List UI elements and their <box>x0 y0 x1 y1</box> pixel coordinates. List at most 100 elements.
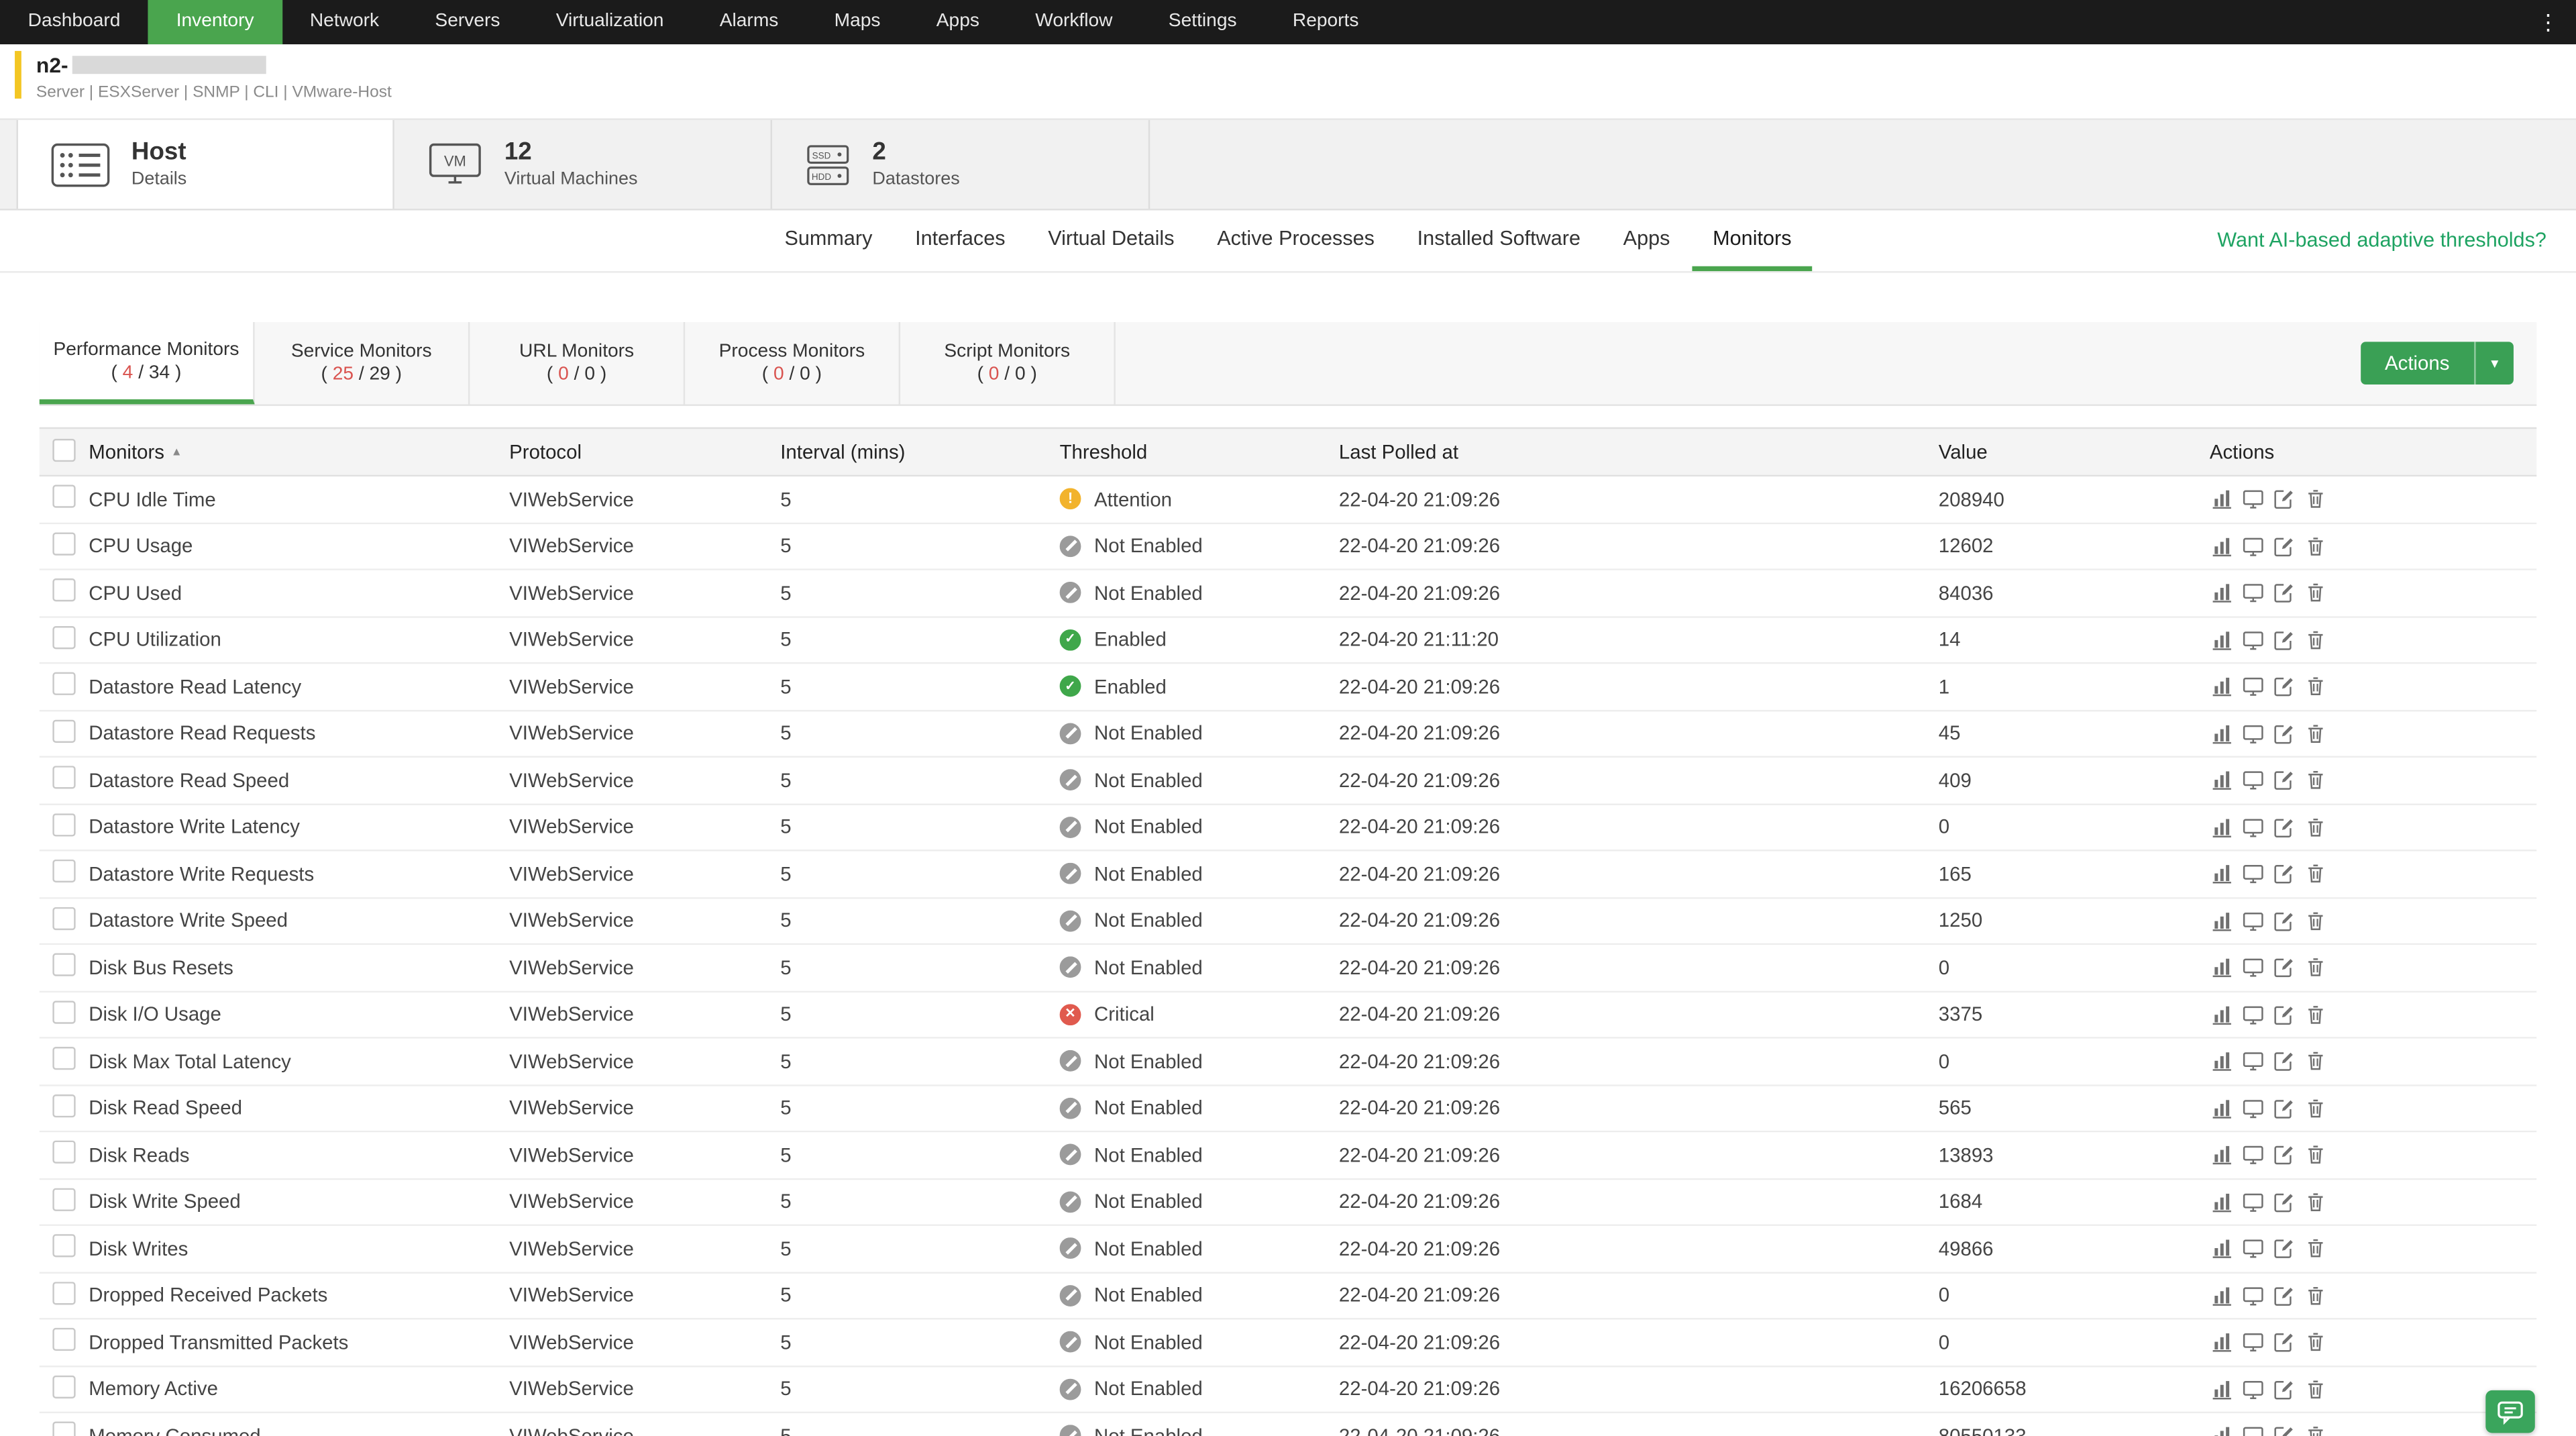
adaptive-thresholds-link[interactable]: Want AI-based adaptive thresholds? <box>2217 210 2546 271</box>
monitor-name[interactable]: Memory Active <box>89 1378 509 1400</box>
monitor-name[interactable]: Disk I/O Usage <box>89 1003 509 1025</box>
row-checkbox[interactable] <box>52 1422 75 1436</box>
delete-icon[interactable] <box>2303 815 2326 838</box>
header-monitors[interactable]: Monitors▲ <box>89 440 509 463</box>
monitor-display-icon[interactable] <box>2241 488 2263 511</box>
monitor-name[interactable]: CPU Used <box>89 581 509 604</box>
delete-icon[interactable] <box>2303 862 2326 885</box>
monitor-name[interactable]: Datastore Write Speed <box>89 909 509 932</box>
page-tab[interactable]: Apps <box>1602 210 1691 271</box>
row-checkbox[interactable] <box>52 1188 75 1211</box>
monitor-display-icon[interactable] <box>2241 862 2263 885</box>
chevron-down-icon[interactable]: ▾ <box>2474 342 2514 384</box>
page-tab[interactable]: Active Processes <box>1195 210 1395 271</box>
delete-icon[interactable] <box>2303 909 2326 932</box>
chart-icon[interactable] <box>2210 956 2233 979</box>
edit-icon[interactable] <box>2272 1284 2295 1306</box>
chart-icon[interactable] <box>2210 1331 2233 1353</box>
row-checkbox[interactable] <box>52 860 75 882</box>
monitor-tab[interactable]: Process Monitors ( 0 / 0 ) <box>685 322 900 404</box>
row-checkbox[interactable] <box>52 1375 75 1398</box>
nav-item[interactable]: Settings <box>1140 0 1265 44</box>
nav-item[interactable]: Servers <box>407 0 528 44</box>
edit-icon[interactable] <box>2272 535 2295 558</box>
edit-icon[interactable] <box>2272 675 2295 698</box>
edit-icon[interactable] <box>2272 628 2295 651</box>
monitor-display-icon[interactable] <box>2241 722 2263 745</box>
nav-item[interactable]: Reports <box>1265 0 1387 44</box>
row-checkbox[interactable] <box>52 1282 75 1304</box>
delete-icon[interactable] <box>2303 675 2326 698</box>
row-checkbox[interactable] <box>52 907 75 929</box>
delete-icon[interactable] <box>2303 1003 2326 1025</box>
monitor-display-icon[interactable] <box>2241 1237 2263 1260</box>
row-checkbox[interactable] <box>52 625 75 648</box>
monitor-tab[interactable]: Script Monitors ( 0 / 0 ) <box>900 322 1116 404</box>
monitor-name[interactable]: Disk Reads <box>89 1143 509 1166</box>
row-checkbox[interactable] <box>52 954 75 976</box>
delete-icon[interactable] <box>2303 581 2326 604</box>
monitor-name[interactable]: Disk Bus Resets <box>89 956 509 979</box>
monitor-name[interactable]: Datastore Write Latency <box>89 815 509 838</box>
card-virtual-machines[interactable]: VM 12 Virtual Machines <box>394 120 772 209</box>
edit-icon[interactable] <box>2272 769 2295 792</box>
chart-icon[interactable] <box>2210 909 2233 932</box>
select-all-checkbox[interactable] <box>52 438 75 461</box>
chart-icon[interactable] <box>2210 1237 2233 1260</box>
monitor-name[interactable]: Disk Write Speed <box>89 1190 509 1213</box>
chart-icon[interactable] <box>2210 1049 2233 1072</box>
monitor-display-icon[interactable] <box>2241 1096 2263 1119</box>
actions-button-label[interactable]: Actions <box>2360 342 2474 384</box>
chart-icon[interactable] <box>2210 1284 2233 1306</box>
delete-icon[interactable] <box>2303 628 2326 651</box>
edit-icon[interactable] <box>2272 909 2295 932</box>
row-checkbox[interactable] <box>52 672 75 695</box>
row-checkbox[interactable] <box>52 1047 75 1070</box>
monitor-display-icon[interactable] <box>2241 1331 2263 1353</box>
monitor-name[interactable]: Memory Consumed <box>89 1425 509 1436</box>
delete-icon[interactable] <box>2303 1331 2326 1353</box>
edit-icon[interactable] <box>2272 1190 2295 1213</box>
chart-icon[interactable] <box>2210 628 2233 651</box>
monitor-display-icon[interactable] <box>2241 581 2263 604</box>
nav-item[interactable]: Dashboard <box>0 0 148 44</box>
monitor-display-icon[interactable] <box>2241 1378 2263 1400</box>
monitor-display-icon[interactable] <box>2241 1049 2263 1072</box>
row-checkbox[interactable] <box>52 1141 75 1164</box>
row-checkbox[interactable] <box>52 719 75 742</box>
delete-icon[interactable] <box>2303 488 2326 511</box>
monitor-name[interactable]: CPU Utilization <box>89 628 509 651</box>
monitor-display-icon[interactable] <box>2241 956 2263 979</box>
edit-icon[interactable] <box>2272 488 2295 511</box>
chart-icon[interactable] <box>2210 1190 2233 1213</box>
edit-icon[interactable] <box>2272 722 2295 745</box>
chart-icon[interactable] <box>2210 1143 2233 1166</box>
edit-icon[interactable] <box>2272 1425 2295 1436</box>
row-checkbox[interactable] <box>52 532 75 555</box>
monitor-name[interactable]: Datastore Read Latency <box>89 675 509 698</box>
edit-icon[interactable] <box>2272 956 2295 979</box>
monitor-tab[interactable]: URL Monitors ( 0 / 0 ) <box>470 322 685 404</box>
monitor-tab[interactable]: Service Monitors ( 25 / 29 ) <box>255 322 470 404</box>
monitor-name[interactable]: Disk Read Speed <box>89 1096 509 1119</box>
chart-icon[interactable] <box>2210 815 2233 838</box>
row-checkbox[interactable] <box>52 1094 75 1117</box>
chart-icon[interactable] <box>2210 535 2233 558</box>
row-checkbox[interactable] <box>52 1328 75 1351</box>
monitor-display-icon[interactable] <box>2241 769 2263 792</box>
monitor-name[interactable]: CPU Usage <box>89 535 509 558</box>
monitor-display-icon[interactable] <box>2241 1003 2263 1025</box>
row-checkbox[interactable] <box>52 1235 75 1258</box>
monitor-name[interactable]: Disk Max Total Latency <box>89 1049 509 1072</box>
monitor-display-icon[interactable] <box>2241 909 2263 932</box>
monitor-name[interactable]: Dropped Transmitted Packets <box>89 1331 509 1353</box>
chart-icon[interactable] <box>2210 675 2233 698</box>
monitor-display-icon[interactable] <box>2241 628 2263 651</box>
delete-icon[interactable] <box>2303 1284 2326 1306</box>
nav-item[interactable]: Apps <box>908 0 1007 44</box>
page-tab[interactable]: Summary <box>763 210 894 271</box>
monitor-name[interactable]: Datastore Read Requests <box>89 722 509 745</box>
edit-icon[interactable] <box>2272 815 2295 838</box>
monitor-name[interactable]: Disk Writes <box>89 1237 509 1260</box>
delete-icon[interactable] <box>2303 1237 2326 1260</box>
